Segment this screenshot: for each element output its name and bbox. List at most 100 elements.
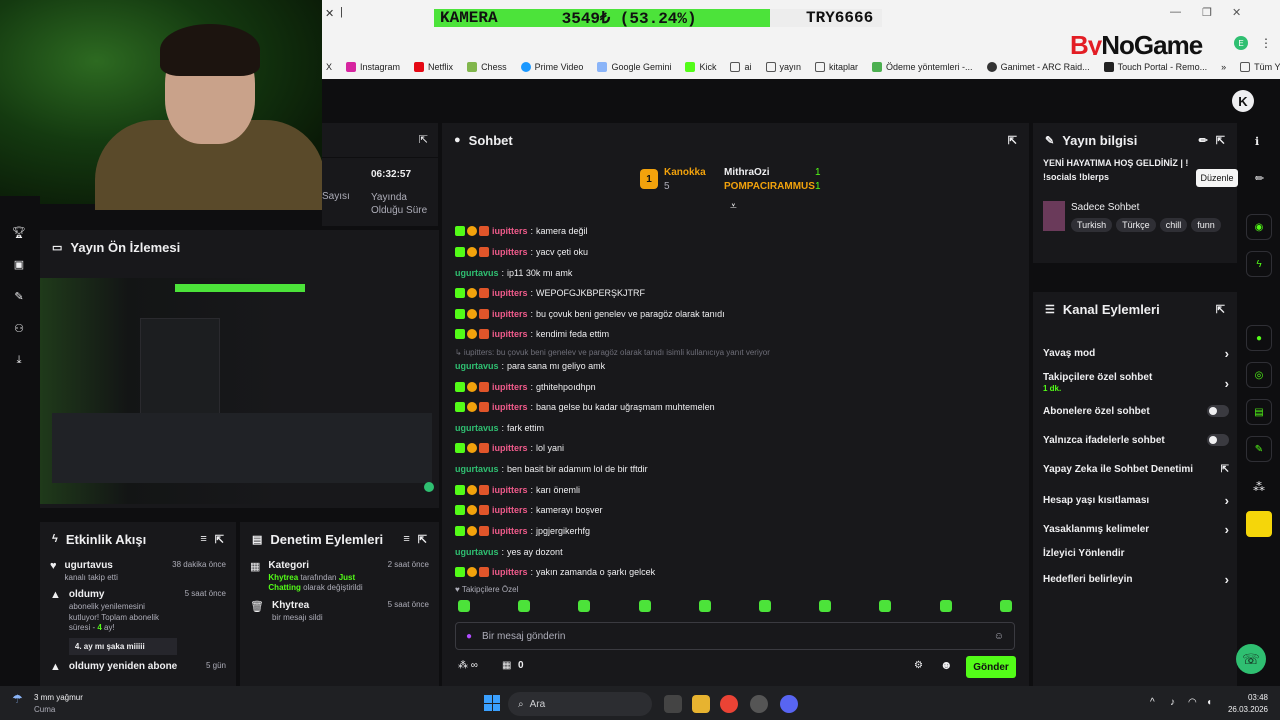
points-infinity-icon[interactable]: ⁂ ∞ <box>458 660 478 671</box>
tray-chevron-icon[interactable]: ^ <box>1150 697 1155 708</box>
chat-username[interactable]: iupitters <box>492 226 528 236</box>
wrench-icon[interactable]: ✎ <box>12 290 26 304</box>
clock-time[interactable]: 03:48 <box>1232 693 1268 702</box>
chat-message[interactable]: ↳ iupitters: bu çovuk beni genelev ve pa… <box>455 348 770 357</box>
chat-message[interactable]: iupitters: kendimi feda ettim <box>455 329 609 339</box>
bookmarks-overflow-icon[interactable]: » <box>1221 62 1226 72</box>
discord-icon[interactable] <box>780 695 798 713</box>
popout-icon[interactable]: ⇱ <box>1216 303 1225 316</box>
bookmark-ganimet[interactable]: Ganimet - ARC Raid... <box>986 62 1090 72</box>
sticker-icon[interactable] <box>1246 511 1272 537</box>
action-redirect[interactable]: İzleyici Yönlendir <box>1043 548 1229 559</box>
chat-message[interactable]: ugurtavus: yes ay dozont <box>455 547 563 557</box>
chat-username[interactable]: iupitters <box>492 288 528 298</box>
download-icon[interactable]: ⤓ <box>12 354 26 368</box>
chat-message[interactable]: iupitters: kamera değil <box>455 226 588 236</box>
bookmark-prime-video[interactable]: Prime Video <box>520 62 583 72</box>
action-ai-moderation[interactable]: Yapay Zeka ile Sohbet Denetimi ⇱ <box>1043 464 1229 475</box>
popout-icon[interactable]: ⇱ <box>215 533 224 546</box>
action-slow-mode[interactable]: Yavaş mod › <box>1043 346 1229 361</box>
shapes-icon[interactable]: ⁂ <box>1253 480 1265 494</box>
chat-username[interactable]: iupitters <box>492 329 528 339</box>
popout-icon[interactable]: ⇱ <box>418 533 427 546</box>
chat-message[interactable]: iupitters: kamerayı boşver <box>455 505 603 515</box>
emote-icon[interactable] <box>759 600 771 612</box>
trophy-icon[interactable]: 🏆︎ <box>12 226 26 240</box>
stream-preview-image[interactable] <box>40 278 439 504</box>
emote-icon[interactable] <box>458 600 470 612</box>
chat-message[interactable]: iupitters: WEPOFGJKBPERŞKJTRF <box>455 288 645 298</box>
filter-icon[interactable]: ≡ <box>200 533 206 545</box>
chat-username[interactable]: iupitters <box>492 485 528 495</box>
broadcast-tool-icon[interactable]: ◎ <box>1246 362 1272 388</box>
chat-message[interactable]: iupitters: bu çovuk beni genelev ve parag… <box>455 309 725 319</box>
chat-input[interactable]: ● Bir mesaj gönderin ☺ <box>455 622 1015 650</box>
chat-message[interactable]: ugurtavus: para sana mı geliyo amk <box>455 361 605 371</box>
send-button[interactable]: Gönder <box>966 656 1016 678</box>
help-button[interactable]: ☏ <box>1236 644 1266 674</box>
info-icon[interactable]: ℹ <box>1255 135 1259 148</box>
action-goals[interactable]: Hedefleri belirleyin › <box>1043 572 1229 587</box>
users-icon[interactable]: ⚇ <box>12 322 26 336</box>
bookmark-instagram[interactable]: Instagram <box>346 62 400 72</box>
bookmark-netflix[interactable]: Netflix <box>414 62 453 72</box>
microphone-icon[interactable]: ● <box>466 631 472 642</box>
restore-icon[interactable]: ❐ <box>1202 6 1212 19</box>
emote-icon[interactable] <box>879 600 892 612</box>
store-icon[interactable]: ▦ <box>502 660 511 671</box>
chat-message[interactable]: ugurtavus: ip11 30k mı amk <box>455 268 572 278</box>
popout-icon[interactable]: ⇱ <box>419 133 428 146</box>
popout-icon[interactable]: ⇱ <box>1008 134 1017 147</box>
popout-icon[interactable]: ⇱ <box>1216 134 1225 147</box>
bookmark-all[interactable]: Tüm Yer İşaretleri <box>1240 62 1280 72</box>
chat-message[interactable]: ugurtavus: ben basit bir adamım lol de bi… <box>455 464 648 474</box>
microphone-tray-icon[interactable]: ♪ <box>1170 697 1175 708</box>
action-account-age[interactable]: Hesap yaşı kısıtlaması › <box>1043 493 1229 508</box>
window-close-icon[interactable]: ✕ <box>1232 6 1241 19</box>
video-icon[interactable]: ▣ <box>12 258 26 272</box>
chat-username[interactable]: iupitters <box>492 309 528 319</box>
chat-username[interactable]: ugurtavus <box>455 361 499 371</box>
chat-message[interactable]: iupitters: yacv çeti oku <box>455 247 588 257</box>
lightning-tool-icon[interactable]: ϟ <box>1246 251 1272 277</box>
chat-username[interactable]: iupitters <box>492 402 528 412</box>
action-followers-only[interactable]: Takipçilere özel sohbet 1 dk. › <box>1043 372 1229 394</box>
chat-username[interactable]: iupitters <box>492 567 528 577</box>
emote-icon[interactable] <box>698 600 711 612</box>
weather-icon[interactable]: ☂ <box>12 692 23 706</box>
toggle-switch[interactable] <box>1207 434 1229 446</box>
emoji-icon[interactable]: ☺ <box>994 631 1004 642</box>
emote-picker-icon[interactable]: ☻ <box>940 658 953 672</box>
chat-username[interactable]: ugurtavus <box>455 268 499 278</box>
chat-username[interactable]: iupitters <box>492 382 528 392</box>
wrench-tool-icon[interactable]: ✎ <box>1246 436 1272 462</box>
task-view-icon[interactable] <box>664 695 682 713</box>
chat-message[interactable]: iupitters: lol yani <box>455 443 564 453</box>
chat-username[interactable]: ugurtavus <box>455 547 499 557</box>
windows-start-icon[interactable] <box>484 695 500 711</box>
chat-message[interactable]: iupitters: bana gelse bu kadar uğraşmam m… <box>455 402 715 412</box>
toggle-switch[interactable] <box>1207 405 1229 417</box>
action-subs-only[interactable]: Abonelere özel sohbet <box>1043 405 1229 417</box>
chat-username[interactable]: ugurtavus <box>455 423 499 433</box>
bookmark-folder-yayin[interactable]: yayın <box>765 62 801 72</box>
chat-username[interactable]: iupitters <box>492 526 528 536</box>
browser-menu-icon[interactable]: ⋮ <box>1260 36 1272 50</box>
obs-icon[interactable] <box>750 695 768 713</box>
file-explorer-icon[interactable] <box>692 695 710 713</box>
bookmark-chess[interactable]: Chess <box>467 62 507 72</box>
edit-icon[interactable]: ✏ <box>1199 134 1208 147</box>
profile-avatar[interactable]: E <box>1234 36 1248 50</box>
chat-username[interactable]: ugurtavus <box>455 464 499 474</box>
chat-message[interactable]: iupitters: yakın zamanda o şarkı gelcek <box>455 567 655 577</box>
emote-icon[interactable] <box>518 600 531 612</box>
chat-username[interactable]: iupitters <box>492 505 528 515</box>
bookmark-touch-portal[interactable]: Touch Portal - Remo... <box>1103 62 1207 72</box>
chat-message[interactable]: iupitters: karı önemli <box>455 485 580 495</box>
volume-icon[interactable]: ◖ <box>1206 697 1212 708</box>
emote-icon[interactable] <box>819 600 832 612</box>
bookmark-folder-kitaplar[interactable]: kitaplar <box>815 62 858 72</box>
mod-tool-icon[interactable]: ▤ <box>1246 399 1272 425</box>
clock-date[interactable]: 26.03.2026 <box>1222 705 1268 714</box>
settings-icon[interactable]: ⚙ <box>914 660 923 671</box>
